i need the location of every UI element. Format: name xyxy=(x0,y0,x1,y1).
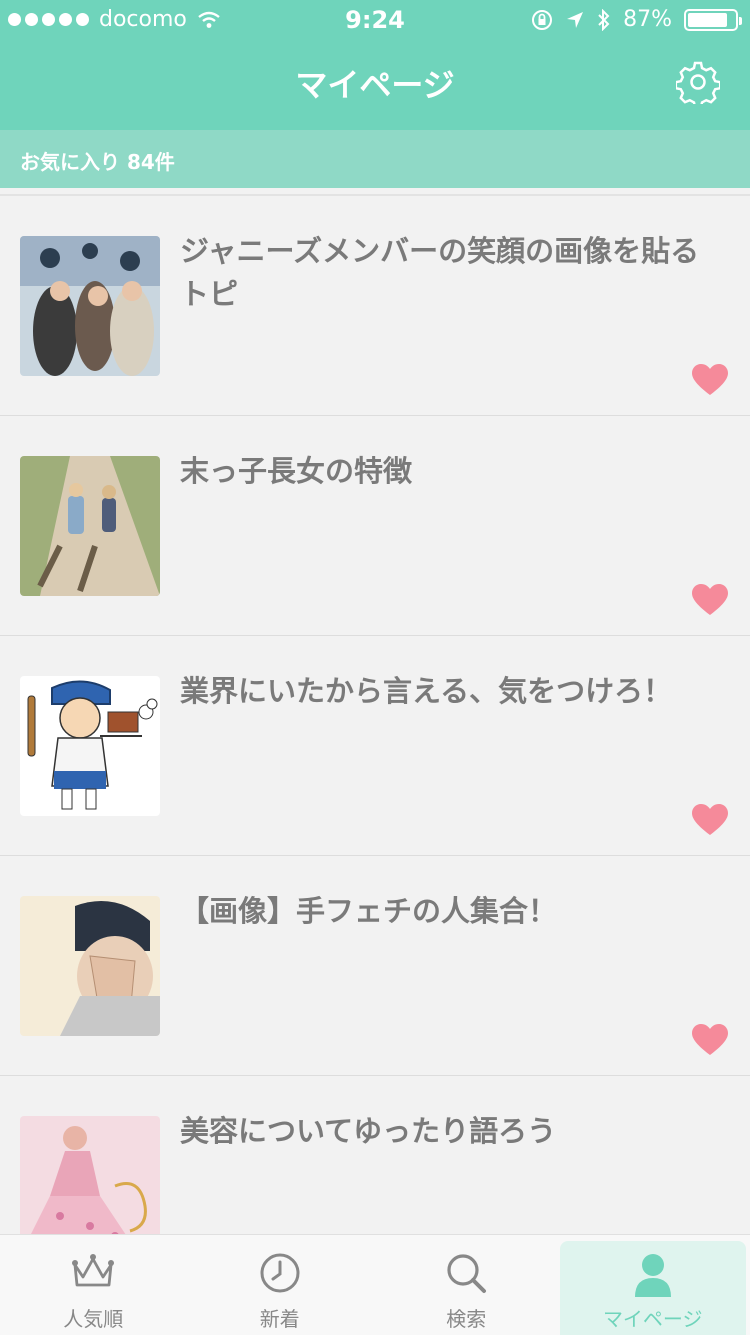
battery-icon xyxy=(684,8,742,31)
heart-icon[interactable] xyxy=(692,804,728,836)
topic-title[interactable]: 末っ子長女の特徴 xyxy=(180,450,720,493)
tab-label: 新着 xyxy=(259,1307,300,1331)
crown-icon xyxy=(72,1254,115,1287)
heart-icon[interactable] xyxy=(692,584,728,616)
battery-percent: 87% xyxy=(623,7,672,32)
tab-popular[interactable]: 人気順 xyxy=(0,1235,187,1335)
topic-title[interactable]: 業界にいたから言える、気をつけろ！ xyxy=(180,670,720,713)
list-item[interactable]: 【画像】手フェチの人集合！ xyxy=(0,856,750,1076)
list-item[interactable]: ジャニーズメンバーの笑顔の画像を貼るトピ xyxy=(0,196,750,416)
heart-icon[interactable] xyxy=(692,1024,728,1056)
list-item[interactable]: 末っ子長女の特徴 xyxy=(0,416,750,636)
hand-over-face-thumbnail xyxy=(20,896,160,1036)
search-icon xyxy=(447,1254,487,1293)
tab-search[interactable]: 検索 xyxy=(373,1235,560,1335)
favorites-count: お気に入り 84件 xyxy=(20,150,175,174)
topic-title[interactable]: 美容についてゆったり語ろう xyxy=(180,1110,720,1153)
tab-new[interactable]: 新着 xyxy=(187,1235,374,1335)
children-walking-thumbnail xyxy=(20,456,160,596)
bluetooth-icon xyxy=(598,8,610,31)
gear-icon[interactable] xyxy=(676,60,720,104)
tab-mypage[interactable]: マイページ xyxy=(559,1241,746,1335)
location-arrow-icon xyxy=(567,11,584,28)
clock-icon xyxy=(260,1253,300,1293)
tab-label: 人気順 xyxy=(63,1307,124,1331)
status-bar: docomo 9:24 87% xyxy=(0,0,750,40)
tab-bar: 人気順 新着 検索 マイページ xyxy=(0,1234,750,1335)
baker-illustration-thumbnail xyxy=(20,676,160,816)
header-bar: docomo 9:24 87% マイページ xyxy=(0,0,750,130)
tab-label: マイページ xyxy=(602,1307,703,1331)
tab-label: 検索 xyxy=(446,1307,487,1331)
list-item[interactable]: 業界にいたから言える、気をつけろ！ xyxy=(0,636,750,856)
rotation-lock-icon xyxy=(532,9,553,30)
topic-title[interactable]: 【画像】手フェチの人集合！ xyxy=(180,890,720,933)
page-title: マイページ xyxy=(295,66,455,104)
favorites-list: ジャニーズメンバーの笑顔の画像を貼るトピ 末っ子長女の特徴 業界にいたから言える… xyxy=(0,194,750,1296)
group-photo-thumbnail xyxy=(20,236,160,376)
topic-title[interactable]: ジャニーズメンバーの笑顔の画像を貼るトピ xyxy=(180,230,720,316)
heart-icon[interactable] xyxy=(692,364,728,396)
favorites-count-bar: お気に入り 84件 xyxy=(0,130,750,188)
user-icon xyxy=(634,1254,671,1297)
